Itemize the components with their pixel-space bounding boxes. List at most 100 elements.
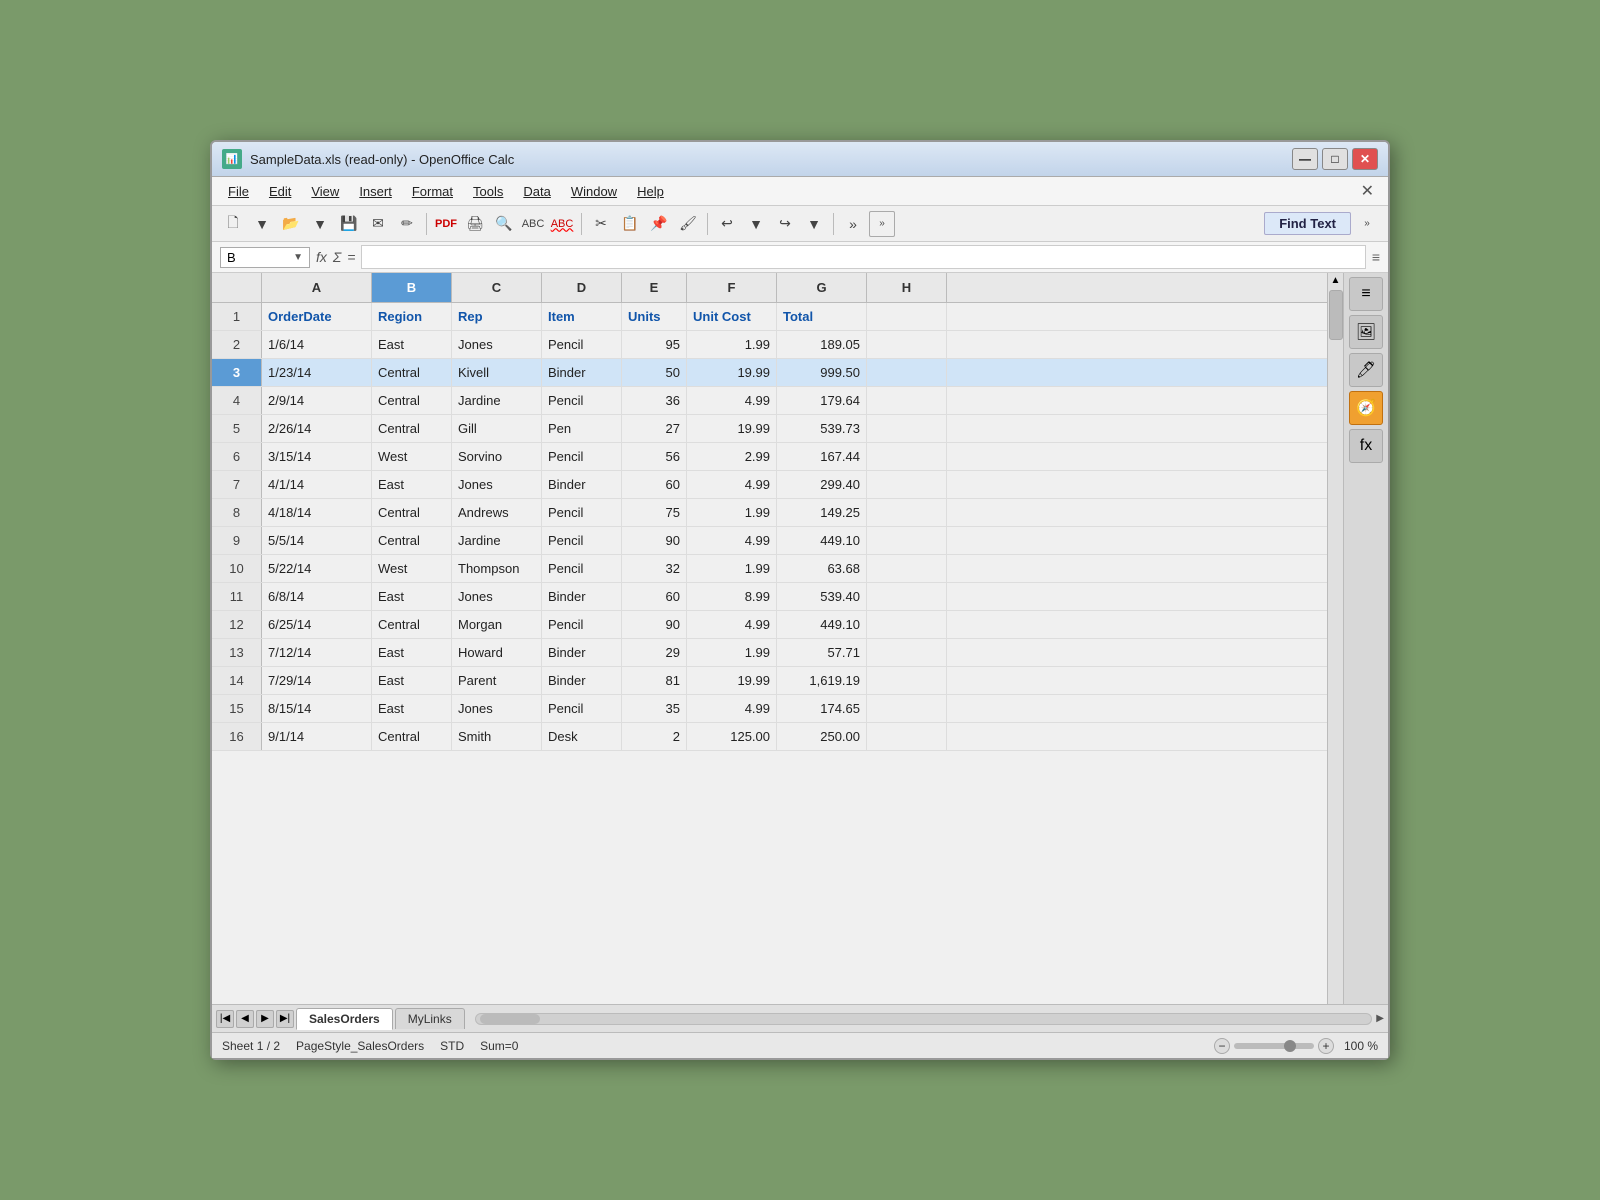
tab-nav-prev[interactable]: ◀ (236, 1010, 254, 1028)
cell-5-g[interactable]: 539.73 (777, 415, 867, 442)
cell-10-a[interactable]: 5/22/14 (262, 555, 372, 582)
cell-13-b[interactable]: East (372, 639, 452, 666)
cell-8-h[interactable] (867, 499, 947, 526)
cell-10-f[interactable]: 1.99 (687, 555, 777, 582)
cell-7-e[interactable]: 60 (622, 471, 687, 498)
menu-window[interactable]: Window (563, 181, 625, 202)
cell-16-a[interactable]: 9/1/14 (262, 723, 372, 750)
cell-10-e[interactable]: 32 (622, 555, 687, 582)
cell-7-a[interactable]: 4/1/14 (262, 471, 372, 498)
scrollbar-up-arrow[interactable]: ▲ (1331, 275, 1341, 286)
col-header-h[interactable]: H (867, 273, 947, 302)
cell-14-g[interactable]: 1,619.19 (777, 667, 867, 694)
pdf-button[interactable]: PDF (433, 211, 459, 237)
cut-button[interactable]: ✂ (588, 211, 614, 237)
cell-2-f[interactable]: 1.99 (687, 331, 777, 358)
cell-12-a[interactable]: 6/25/14 (262, 611, 372, 638)
cell-14-f[interactable]: 19.99 (687, 667, 777, 694)
cell-10-c[interactable]: Thompson (452, 555, 542, 582)
col-header-a[interactable]: A (262, 273, 372, 302)
cell-13-h[interactable] (867, 639, 947, 666)
cell-15-b[interactable]: East (372, 695, 452, 722)
cell-6-b[interactable]: West (372, 443, 452, 470)
cell-13-d[interactable]: Binder (542, 639, 622, 666)
cell-8-b[interactable]: Central (372, 499, 452, 526)
cell-7-g[interactable]: 299.40 (777, 471, 867, 498)
undo-dropdown[interactable]: ▼ (743, 211, 769, 237)
format-paint-button[interactable]: 🖌 (675, 211, 701, 237)
cell-6-e[interactable]: 56 (622, 443, 687, 470)
col-header-d[interactable]: D (542, 273, 622, 302)
cell-2-h[interactable] (867, 331, 947, 358)
cell-9-c[interactable]: Jardine (452, 527, 542, 554)
maximize-button[interactable]: □ (1322, 148, 1348, 170)
cell-15-d[interactable]: Pencil (542, 695, 622, 722)
cell-11-d[interactable]: Binder (542, 583, 622, 610)
cell-6-f[interactable]: 2.99 (687, 443, 777, 470)
edit-button[interactable]: ✏ (394, 211, 420, 237)
minimize-button[interactable]: — (1292, 148, 1318, 170)
cell-10-h[interactable] (867, 555, 947, 582)
new-button[interactable]: 🗋 (220, 211, 246, 237)
cell-3-a[interactable]: 1/23/14 (262, 359, 372, 386)
cell-15-e[interactable]: 35 (622, 695, 687, 722)
menu-insert[interactable]: Insert (351, 181, 400, 202)
menu-view[interactable]: View (303, 181, 347, 202)
equals-icon[interactable]: = (347, 249, 355, 265)
sidebar-icon-2[interactable]: 🖼 (1349, 315, 1383, 349)
cell-16-h[interactable] (867, 723, 947, 750)
cell-13-e[interactable]: 29 (622, 639, 687, 666)
cell-7-f[interactable]: 4.99 (687, 471, 777, 498)
zoom-minus-button[interactable]: − (1214, 1038, 1230, 1054)
undo-button[interactable]: ↩ (714, 211, 740, 237)
cell-12-e[interactable]: 90 (622, 611, 687, 638)
cell-14-h[interactable] (867, 667, 947, 694)
cell-6-c[interactable]: Sorvino (452, 443, 542, 470)
menu-tools[interactable]: Tools (465, 181, 511, 202)
menu-file[interactable]: File (220, 181, 257, 202)
cell-1d[interactable]: Item (542, 303, 622, 330)
cell-3-f[interactable]: 19.99 (687, 359, 777, 386)
cell-8-f[interactable]: 1.99 (687, 499, 777, 526)
cell-15-h[interactable] (867, 695, 947, 722)
cell-10-g[interactable]: 63.68 (777, 555, 867, 582)
cell-11-c[interactable]: Jones (452, 583, 542, 610)
toolbar-dropdown1[interactable]: ▼ (249, 211, 275, 237)
cell-9-d[interactable]: Pencil (542, 527, 622, 554)
cell-11-g[interactable]: 539.40 (777, 583, 867, 610)
tab-sales-orders[interactable]: SalesOrders (296, 1008, 393, 1030)
cell-6-g[interactable]: 167.44 (777, 443, 867, 470)
cell-16-b[interactable]: Central (372, 723, 452, 750)
sidebar-icon-3[interactable]: 🖊 (1349, 353, 1383, 387)
cell-11-a[interactable]: 6/8/14 (262, 583, 372, 610)
cell-8-a[interactable]: 4/18/14 (262, 499, 372, 526)
cell-5-d[interactable]: Pen (542, 415, 622, 442)
cell-9-a[interactable]: 5/5/14 (262, 527, 372, 554)
zoom-plus-button[interactable]: + (1318, 1038, 1334, 1054)
cell-1b[interactable]: Region (372, 303, 452, 330)
tab-nav-first[interactable]: |◀ (216, 1010, 234, 1028)
cell-4-c[interactable]: Jardine (452, 387, 542, 414)
email-button[interactable]: ✉ (365, 211, 391, 237)
cell-2-b[interactable]: East (372, 331, 452, 358)
find-text-button[interactable]: Find Text (1264, 212, 1351, 235)
copy-button[interactable]: 📋 (617, 211, 643, 237)
cell-2-a[interactable]: 1/6/14 (262, 331, 372, 358)
menu-data[interactable]: Data (515, 181, 558, 202)
cell-3-e[interactable]: 50 (622, 359, 687, 386)
scrollbar-thumb[interactable] (1329, 290, 1343, 340)
col-header-c[interactable]: C (452, 273, 542, 302)
cell-4-e[interactable]: 36 (622, 387, 687, 414)
cell-12-d[interactable]: Pencil (542, 611, 622, 638)
cell-7-b[interactable]: East (372, 471, 452, 498)
cell-1g[interactable]: Total (777, 303, 867, 330)
cell-6-a[interactable]: 3/15/14 (262, 443, 372, 470)
cell-5-f[interactable]: 19.99 (687, 415, 777, 442)
cell-5-c[interactable]: Gill (452, 415, 542, 442)
cell-2-g[interactable]: 189.05 (777, 331, 867, 358)
cell-16-e[interactable]: 2 (622, 723, 687, 750)
cell-16-d[interactable]: Desk (542, 723, 622, 750)
cell-5-h[interactable] (867, 415, 947, 442)
cell-9-e[interactable]: 90 (622, 527, 687, 554)
toolbar-expand3[interactable]: » (1354, 211, 1380, 237)
